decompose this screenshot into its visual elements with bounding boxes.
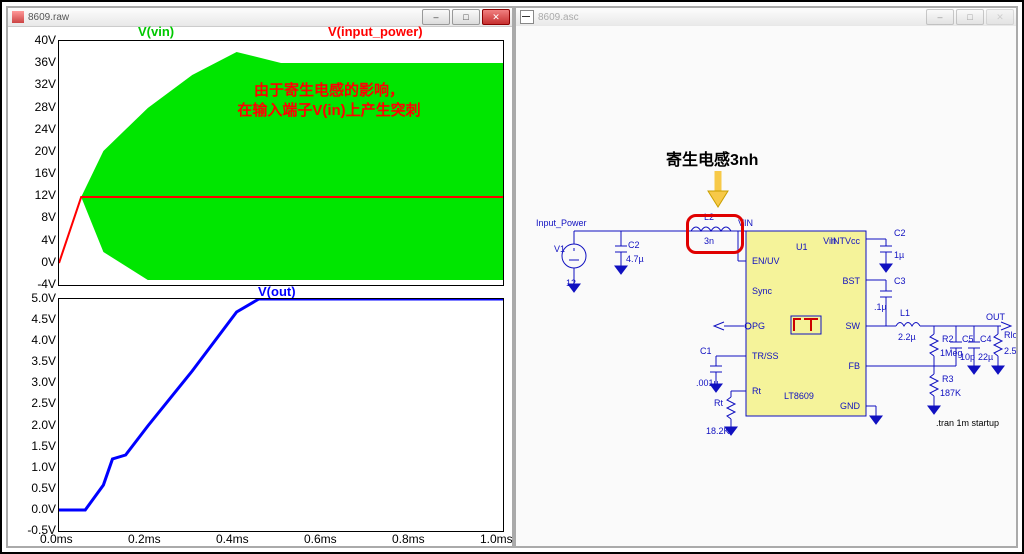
plot2-ytick: 2.5V [16, 396, 56, 410]
plot2-trace-label[interactable]: V(out) [258, 284, 296, 299]
schematic-svg: Input_Power V1 12 C2 4.7µ L2 3n VIN U1 [516, 26, 1016, 546]
plot1-trace1-label[interactable]: V(vin) [138, 24, 174, 39]
left-titlebar[interactable]: 8609.raw – □ ✕ [8, 8, 512, 27]
plot2-ytick: 1.0V [16, 460, 56, 474]
svg-text:18.2K: 18.2K [706, 426, 730, 436]
svg-text:OUT: OUT [986, 312, 1006, 322]
plot2-ytick: 2.0V [16, 418, 56, 432]
right-title: 8609.asc [538, 12, 579, 23]
maximize-button[interactable]: □ [452, 9, 480, 25]
svg-text:INTVcc: INTVcc [830, 236, 860, 246]
plot2-svg [59, 299, 503, 531]
svg-text:C4: C4 [980, 334, 992, 344]
svg-text:187K: 187K [940, 388, 961, 398]
svg-text:C2: C2 [628, 240, 640, 250]
svg-text:C1: C1 [700, 346, 712, 356]
plot2-ytick: 4.0V [16, 333, 56, 347]
svg-text:.001µ: .001µ [696, 378, 719, 388]
plot2-ytick: 0.5V [16, 481, 56, 495]
plot1-ytick: 36V [16, 55, 56, 69]
plot1-ytick: 4V [16, 233, 56, 247]
svg-text:U1: U1 [796, 242, 808, 252]
plot2-ytick: 0.0V [16, 502, 56, 516]
svg-text:Rt: Rt [752, 386, 761, 396]
left-title: 8609.raw [28, 12, 69, 23]
schematic-annotation: 寄生电感3nh [666, 146, 758, 170]
svg-text:1µ: 1µ [894, 250, 904, 260]
plot-area: V(vin) V(input_power) 由于寄生电感的影响，在输入端子V(i… [8, 26, 512, 546]
svg-text:PG: PG [752, 321, 765, 331]
plot1-ytick: -4V [16, 277, 56, 291]
plot1-ytick: 16V [16, 166, 56, 180]
plot1-ytick: 40V [16, 33, 56, 47]
plot1-ytick: 20V [16, 144, 56, 158]
plot1-ytick: 28V [16, 100, 56, 114]
plot1-svg [59, 41, 503, 285]
plot2-ytick: 3.0V [16, 375, 56, 389]
svg-text:.tran 1m startup: .tran 1m startup [936, 418, 999, 428]
svg-text:SW: SW [846, 321, 861, 331]
minimize-button[interactable]: – [422, 9, 450, 25]
svg-text:Rload: Rload [1004, 330, 1016, 340]
xtick: 0.4ms [216, 532, 249, 546]
svg-text:4.7µ: 4.7µ [626, 254, 644, 264]
maximize-button[interactable]: □ [956, 9, 984, 25]
close-button[interactable]: ✕ [482, 9, 510, 25]
svg-text:EN/UV: EN/UV [752, 256, 780, 266]
svg-text:V1: V1 [554, 244, 565, 254]
svg-text:L1: L1 [900, 308, 910, 318]
right-pane: 8609.asc – □ ✕ 寄生电感3nh Input_Power V1 12 [514, 6, 1018, 548]
svg-text:BST: BST [842, 276, 860, 286]
arrow-icon [706, 171, 730, 211]
plot2[interactable] [58, 298, 504, 532]
file-icon [12, 11, 24, 23]
xtick: 0.2ms [128, 532, 161, 546]
xtick: 0.8ms [392, 532, 425, 546]
plot1-ytick: 8V [16, 210, 56, 224]
highlight-box [686, 214, 744, 254]
plot2-ytick: 5.0V [16, 291, 56, 305]
svg-text:LT8609: LT8609 [784, 391, 814, 401]
svg-text:Sync: Sync [752, 286, 773, 296]
minimize-button[interactable]: – [926, 9, 954, 25]
svg-text:2.2µ: 2.2µ [898, 332, 916, 342]
right-titlebar[interactable]: 8609.asc – □ ✕ [516, 8, 1016, 27]
schematic-icon [520, 10, 534, 24]
close-button[interactable]: ✕ [986, 9, 1014, 25]
svg-text:C2: C2 [894, 228, 906, 238]
svg-text:2.5: 2.5 [1004, 346, 1016, 356]
plot1-ytick: 0V [16, 255, 56, 269]
svg-text:.1µ: .1µ [874, 302, 887, 312]
svg-text:TR/SS: TR/SS [752, 351, 779, 361]
plot2-ytick: 3.5V [16, 354, 56, 368]
plot1-trace2-label[interactable]: V(input_power) [328, 24, 423, 39]
xtick: 0.0ms [40, 532, 73, 546]
svg-text:GND: GND [840, 401, 861, 411]
plot2-ytick: 4.5V [16, 312, 56, 326]
svg-text:22µ: 22µ [978, 352, 993, 362]
svg-text:Rt: Rt [714, 398, 723, 408]
svg-text:C3: C3 [894, 276, 906, 286]
xtick: 0.6ms [304, 532, 337, 546]
svg-text:Input_Power: Input_Power [536, 218, 587, 228]
plot1-ytick: 24V [16, 122, 56, 136]
xtick: 1.0ms [480, 532, 513, 546]
svg-text:FB: FB [848, 361, 860, 371]
plot1-ytick: 32V [16, 77, 56, 91]
schematic-area[interactable]: 寄生电感3nh Input_Power V1 12 C2 4.7µ [516, 26, 1016, 546]
plot1-annotation: 由于寄生电感的影响，在输入端子V(in)上产生突刺 [179, 81, 479, 120]
plot2-ytick: 1.5V [16, 439, 56, 453]
plot1[interactable]: 由于寄生电感的影响，在输入端子V(in)上产生突刺 [58, 40, 504, 286]
svg-text:10p: 10p [960, 352, 975, 362]
plot1-ytick: 12V [16, 188, 56, 202]
left-pane: 8609.raw – □ ✕ V(vin) V(input_power) [6, 6, 514, 548]
svg-text:R3: R3 [942, 374, 954, 384]
